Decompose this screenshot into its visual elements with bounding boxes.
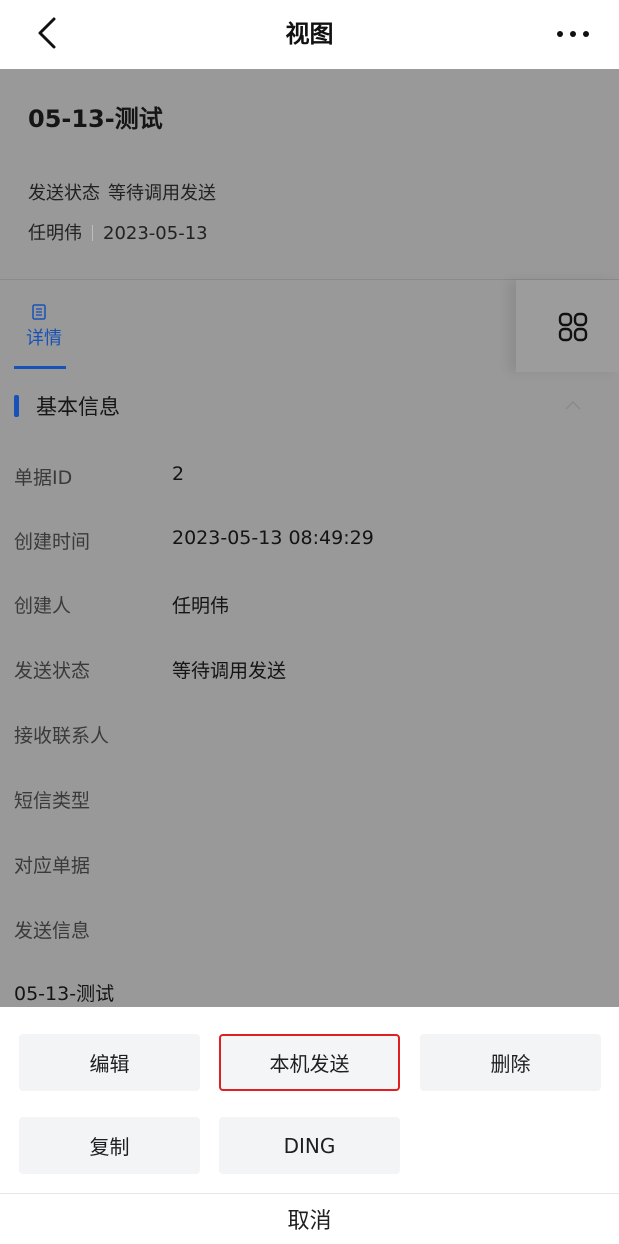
field-row-created-time: 创建时间 2023-05-13 08:49:29 xyxy=(14,527,604,557)
field-value: 等待调用发送 xyxy=(172,660,287,682)
more-dots-icon xyxy=(557,31,563,37)
page-title: 视图 xyxy=(285,20,334,48)
field-value: 2 xyxy=(172,463,185,485)
field-label: 创建时间 xyxy=(14,531,91,553)
field-label: 短信类型 xyxy=(14,790,91,812)
document-title: 05-13-测试 xyxy=(28,105,163,133)
creator-line: 任明伟 2023-05-13 xyxy=(28,219,208,245)
field-row-recipient: 接收联系人 xyxy=(14,721,604,751)
field-row-doc-id: 单据ID 2 xyxy=(14,463,604,493)
field-label: 发送状态 xyxy=(14,660,91,682)
field-label: 创建人 xyxy=(14,595,72,617)
creator-name: 任明伟 xyxy=(28,223,82,244)
copy-button[interactable]: 复制 xyxy=(19,1117,200,1174)
status-label: 发送状态 xyxy=(28,183,100,204)
field-value: 任明伟 xyxy=(172,595,230,617)
cancel-button[interactable]: 取消 xyxy=(0,1194,619,1244)
tab-bar: 详情 xyxy=(0,280,619,372)
field-label: 对应单据 xyxy=(14,855,91,877)
field-row-related-doc: 对应单据 xyxy=(14,851,604,881)
field-label: 发送信息 xyxy=(14,920,91,942)
page-content-dimmed: 05-13-测试 发送状态 等待调用发送 任明伟 2023-05-13 详情 基本信… xyxy=(0,69,619,1007)
section-basic-info[interactable]: 基本信息 xyxy=(14,391,604,421)
status-line: 发送状态 等待调用发送 xyxy=(28,179,216,205)
grid-icon[interactable] xyxy=(558,312,588,342)
field-row-send-message: 发送信息 xyxy=(14,916,604,946)
message-text: 05-13-测试 xyxy=(14,983,115,1005)
field-value: 2023-05-13 08:49:29 xyxy=(172,527,374,549)
field-row-sms-type: 短信类型 xyxy=(14,786,604,816)
chevron-up-icon[interactable] xyxy=(564,399,582,411)
ding-button[interactable]: DING xyxy=(219,1117,400,1174)
delete-button[interactable]: 删除 xyxy=(420,1034,601,1091)
field-row-creator: 创建人 任明伟 xyxy=(14,591,604,621)
status-value: 等待调用发送 xyxy=(108,183,216,204)
field-label: 接收联系人 xyxy=(14,725,110,747)
created-date: 2023-05-13 xyxy=(103,223,208,244)
section-accent-bar xyxy=(14,395,19,417)
section-title: 基本信息 xyxy=(36,395,120,419)
field-label: 单据ID xyxy=(14,467,73,489)
list-doc-icon xyxy=(32,304,46,320)
field-row-send-status: 发送状态 等待调用发送 xyxy=(14,656,604,686)
edit-button[interactable]: 编辑 xyxy=(19,1034,200,1091)
action-sheet: 编辑 本机发送 删除 复制 DING 取消 xyxy=(0,1007,619,1244)
meta-separator xyxy=(92,225,93,241)
send-locally-button[interactable]: 本机发送 xyxy=(219,1034,400,1091)
tab-detail-label: 详情 xyxy=(26,328,62,349)
tab-detail[interactable]: 详情 xyxy=(14,280,76,372)
nav-bar: 视图 xyxy=(0,0,619,69)
tab-active-indicator xyxy=(14,366,66,369)
more-button[interactable] xyxy=(551,14,601,50)
message-content: 05-13-测试 xyxy=(14,979,604,1007)
